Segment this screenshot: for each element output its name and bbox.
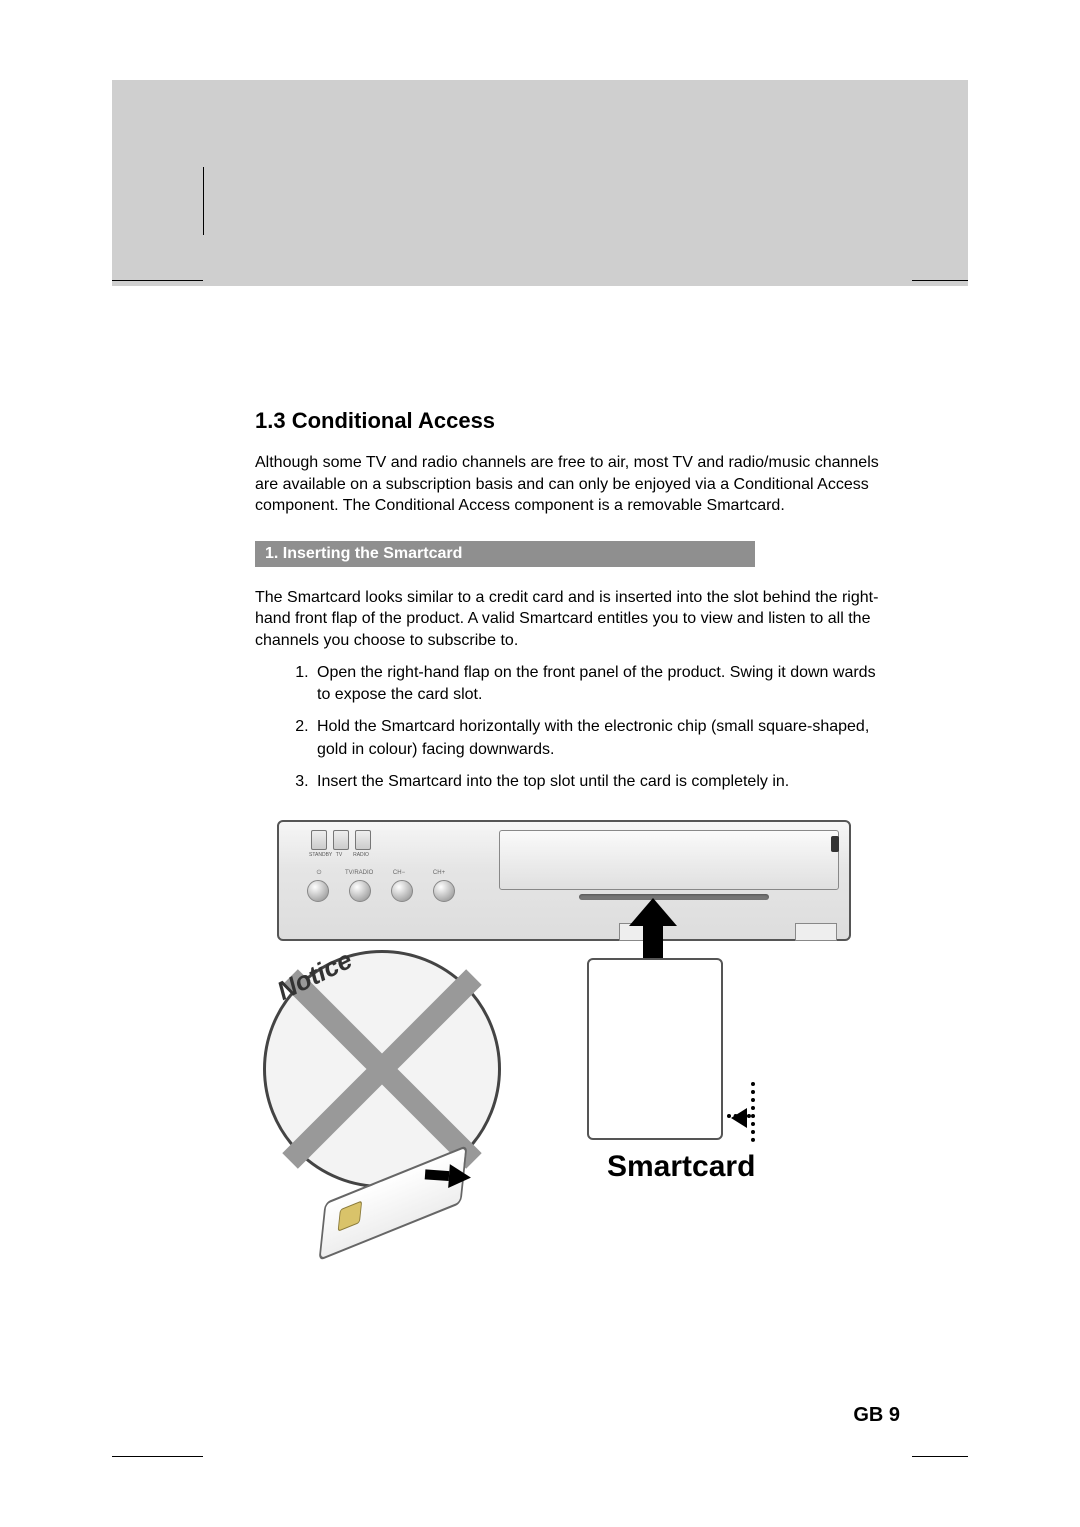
crop-mark	[112, 280, 203, 281]
led-icon	[355, 830, 371, 850]
channel-down-button-icon	[391, 880, 413, 902]
button-labels: ⏻ TV/RADIO CH− CH+	[305, 870, 453, 877]
page-header-bar	[112, 80, 968, 286]
wrong-card-icon	[319, 1144, 468, 1260]
power-button-icon	[307, 880, 329, 902]
smartcard-figure: STANDBY TV RADIO ⏻ TV/RADIO CH− CH+	[255, 820, 847, 1202]
led-label: TV	[331, 852, 347, 858]
motion-dots-icon	[751, 1082, 755, 1142]
smartcard-caption: Smartcard	[607, 1150, 755, 1184]
section-intro: Although some TV and radio channels are …	[255, 452, 891, 517]
front-buttons	[307, 880, 455, 902]
subsection-lead: The Smartcard looks similar to a credit …	[255, 587, 891, 652]
instruction-list: Open the right-hand flap on the front pa…	[255, 662, 891, 794]
section-heading: 1.3 Conditional Access	[255, 408, 891, 434]
manual-page: 1.3 Conditional Access Although some TV …	[0, 0, 1080, 1527]
insert-arrow-icon	[629, 898, 677, 958]
subsection-heading-bar: 1. Inserting the Smartcard	[255, 541, 755, 567]
crop-mark	[912, 280, 968, 281]
led-icon	[311, 830, 327, 850]
receiver-front-diagram: STANDBY TV RADIO ⏻ TV/RADIO CH− CH+	[277, 820, 851, 941]
device-foot-icon	[795, 923, 837, 941]
crop-mark	[912, 1456, 968, 1457]
channel-up-button-icon	[433, 880, 455, 902]
led-label: RADIO	[353, 852, 369, 858]
instruction-step: Open the right-hand flap on the front pa…	[313, 662, 891, 707]
slide-arrow-icon	[731, 1108, 747, 1128]
page-number: GB 9	[853, 1404, 900, 1427]
crop-mark	[203, 167, 204, 235]
ir-sensor-icon	[831, 836, 839, 852]
wrong-arrow-icon	[424, 1162, 472, 1189]
smartcard-icon	[587, 958, 723, 1140]
crop-mark	[112, 1456, 203, 1457]
led-labels: STANDBY TV RADIO	[309, 852, 369, 858]
page-content: 1.3 Conditional Access Although some TV …	[255, 408, 891, 1202]
button-label: CH−	[385, 870, 413, 877]
instruction-step: Insert the Smartcard into the top slot u…	[313, 771, 891, 793]
button-label: ⏻	[305, 870, 333, 877]
indicator-leds	[311, 830, 371, 850]
led-icon	[333, 830, 349, 850]
tv-radio-button-icon	[349, 880, 371, 902]
front-flap-icon	[499, 830, 839, 890]
button-label: CH+	[425, 870, 453, 877]
chip-icon	[338, 1200, 363, 1232]
led-label: STANDBY	[309, 852, 325, 858]
instruction-step: Hold the Smartcard horizontally with the…	[313, 716, 891, 761]
button-label: TV/RADIO	[345, 870, 373, 877]
